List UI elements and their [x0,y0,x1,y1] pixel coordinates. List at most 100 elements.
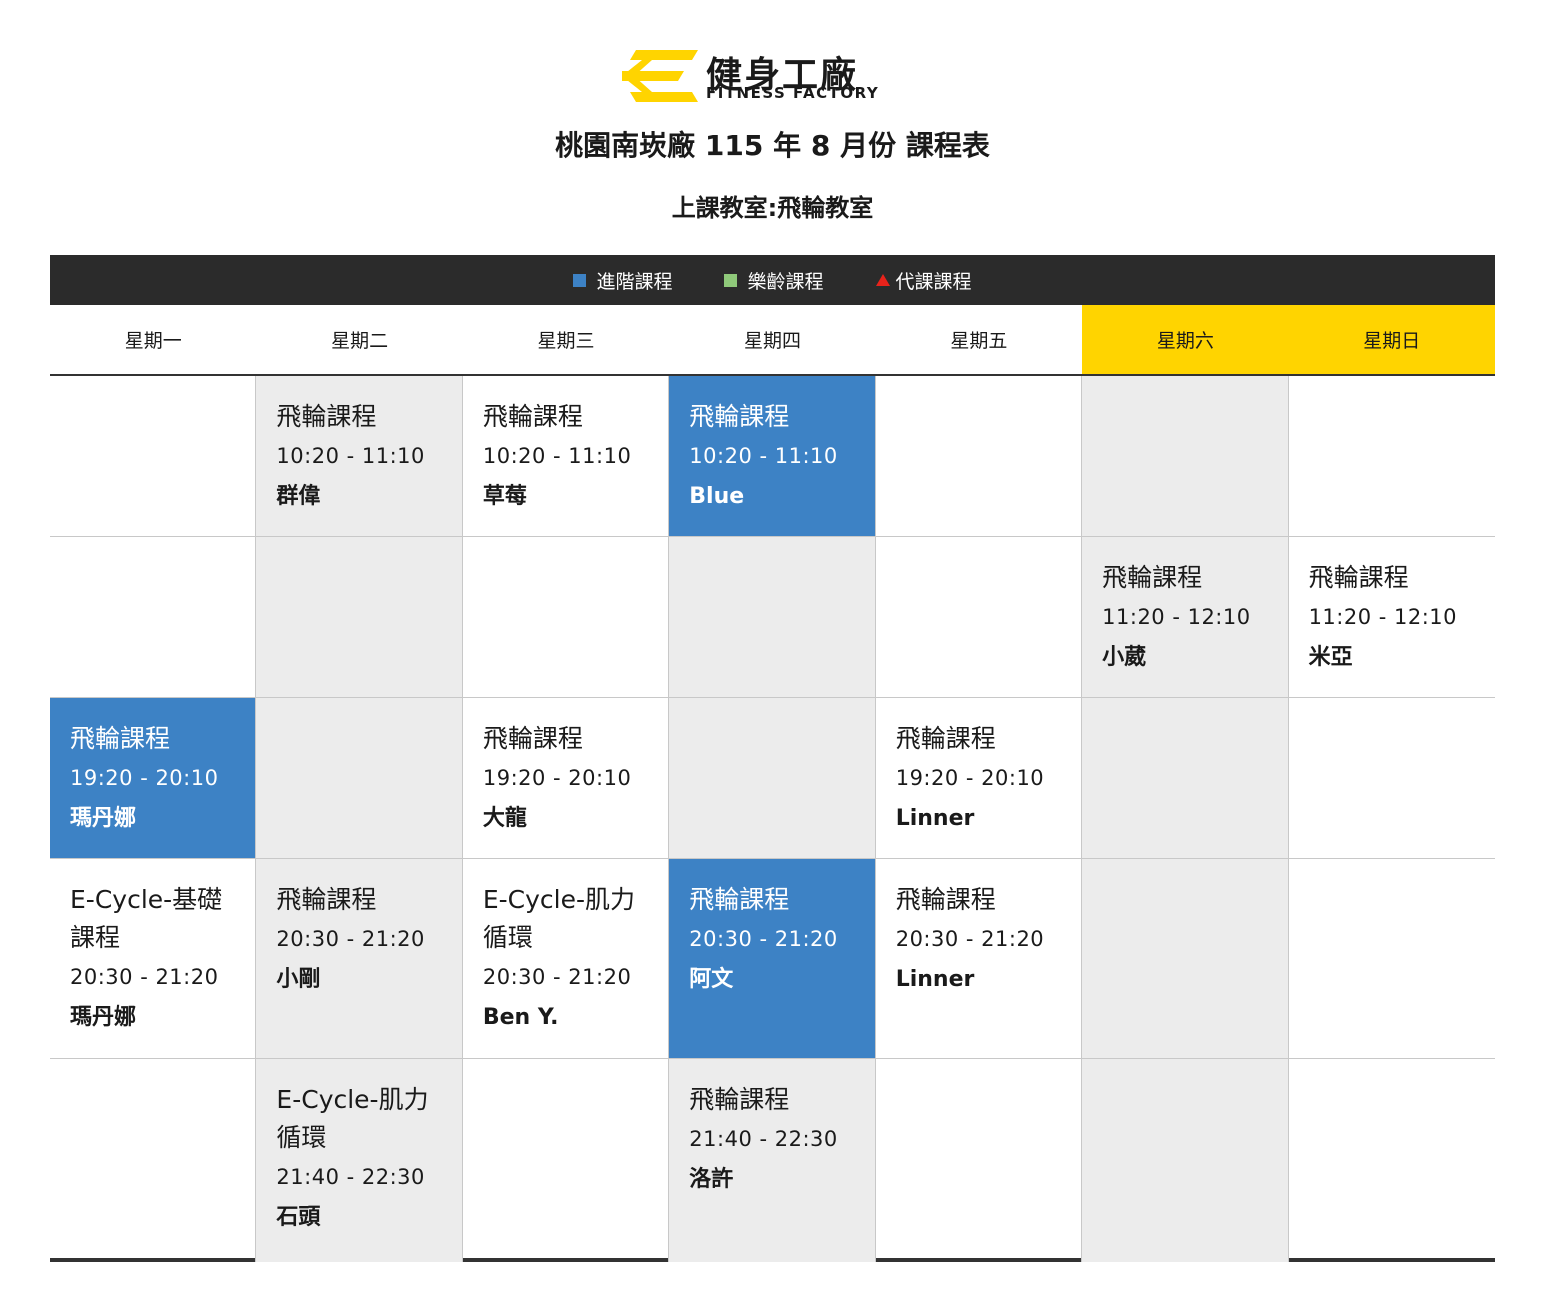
class-slot-friday: 飛輪課程 20:30 - 21:20 Linner [875,859,1083,1059]
class-time: 20:30 - 21:20 [70,965,219,989]
class-name: 飛輪課程 [276,402,377,431]
schedule-cell-saturday [1082,859,1289,1059]
class-name: 飛輪課程 [689,885,790,914]
red-triangle-icon [875,274,890,286]
class-name: E-Cycle-基礎課程 [70,885,223,952]
class-name: 飛輪課程 [689,402,790,431]
class-time: 19:20 - 20:10 [482,766,632,790]
schedule-cell-saturday [1082,698,1289,859]
schedule-cell-thursday [669,537,876,698]
legend-label: 代課課程 [895,270,972,293]
class-slot-friday: 飛輪課程 19:20 - 20:10 Linner [875,698,1083,859]
class-name: 飛輪課程 [689,1085,790,1114]
class-teacher: 石頭 [276,1205,321,1230]
schedule-cell-saturday [1082,1059,1289,1262]
class-time: 19:20 - 20:10 [895,766,1045,790]
legend-label: 進階課程 [596,270,673,293]
class-time: 20:30 - 21:20 [689,927,838,951]
class-slot-thursday: 飛輪課程 20:30 - 21:20 阿文 [669,859,876,1059]
schedule-cell-friday [875,376,1083,537]
class-slot-sunday: 飛輪課程 11:20 - 12:10 米亞 [1288,537,1495,698]
schedule-cell-thursday [669,698,876,859]
schedule-cell-saturday [1082,376,1289,537]
class-teacher: 小葳 [1102,645,1147,670]
schedule-cell-monday [50,376,257,537]
schedule-cell-sunday [1289,1059,1495,1262]
class-slot-monday: 飛輪課程 19:20 - 20:10 瑪丹娜 [50,698,257,859]
schedule-cell-tuesday [256,537,463,698]
class-name: 飛輪課程 [482,402,583,431]
schedule-cell-wednesday [462,537,670,698]
class-name: 飛輪課程 [482,724,583,753]
schedule-cell-friday [875,537,1083,698]
legend-item-senior: 樂齡課程 [724,267,824,294]
class-name: E-Cycle-肌力循環 [482,885,636,952]
class-teacher: 大龍 [482,806,527,831]
schedule-cell-tuesday [256,698,463,859]
schedule-cell-monday [50,1059,257,1262]
class-teacher: 米亞 [1308,645,1353,670]
class-teacher: Linner [895,806,975,831]
page-subtitle: 上課教室:飛輪教室 [671,194,874,222]
class-name: 飛輪課程 [895,724,996,753]
class-name: 飛輪課程 [1102,563,1203,592]
day-header-saturday: 星期六 [1082,305,1289,374]
class-time: 20:30 - 21:20 [895,927,1045,951]
class-time: 11:20 - 12:10 [1308,605,1458,629]
class-name: 飛輪課程 [276,885,377,914]
class-name: 飛輪課程 [70,724,171,753]
class-teacher: Blue [689,484,745,509]
class-time: 11:20 - 12:10 [1102,605,1251,629]
class-slot-tuesday: 飛輪課程 20:30 - 21:20 小剛 [256,859,463,1059]
class-time: 10:20 - 11:10 [276,444,425,468]
class-slot-monday: E-Cycle-基礎課程 20:30 - 21:20 瑪丹娜 [50,859,257,1059]
day-header-friday: 星期五 [950,330,1008,352]
class-time: 21:40 - 22:30 [276,1165,425,1189]
class-teacher: 瑪丹娜 [70,806,137,831]
fitness-factory-logo-mark-icon [622,50,698,102]
class-name: E-Cycle-肌力循環 [276,1085,429,1152]
class-slot-saturday: 飛輪課程 11:20 - 12:10 小葳 [1082,537,1289,698]
class-slot-thursday: 飛輪課程 21:40 - 22:30 洛許 [669,1059,876,1262]
class-time: 20:30 - 21:20 [482,965,632,989]
class-teacher: 洛許 [689,1167,734,1192]
class-teacher: 小剛 [276,967,321,992]
schedule-cell-monday [50,537,257,698]
day-header-row: 星期一 星期二 星期三 星期四 星期五 星期六 星期日 [50,305,1495,376]
legend-label: 樂齡課程 [747,270,824,293]
page-title: 桃園南崁廠 115 年 8 月份 課程表 [555,129,990,162]
class-slot-tuesday: 飛輪課程 10:20 - 11:10 群偉 [256,376,463,537]
class-slot-wednesday: 飛輪課程 10:20 - 11:10 草莓 [462,376,670,537]
day-header-monday: 星期一 [124,330,182,352]
class-time: 10:20 - 11:10 [689,444,838,468]
schedule-cell-sunday [1288,376,1495,537]
class-teacher: 草莓 [482,484,527,509]
class-teacher: Ben Y. [482,1005,559,1030]
legend-item-advanced: 進階課程 [573,267,672,294]
class-teacher: 阿文 [689,967,734,992]
class-time: 10:20 - 11:10 [482,444,632,468]
schedule-cell-friday [876,1059,1083,1262]
schedule-grid: 飛輪課程 10:20 - 11:10 群偉 飛輪課程 10:20 - 11:10 草莓 飛輪… [50,376,1495,1262]
legend-item-substitute: 代課課程 [875,267,972,294]
schedule-cell-wednesday [463,1059,670,1262]
class-teacher: 群偉 [276,484,321,509]
class-time: 21:40 - 22:30 [689,1127,838,1151]
schedule-cell-sunday [1288,698,1495,859]
legend-bar: 進階課程 樂齡課程 代課課程 [50,255,1495,305]
day-header-sunday: 星期日 [1288,305,1495,374]
schedule-cell-sunday [1288,859,1495,1059]
brand-name-en: FITNESS FACTORY [706,84,880,102]
class-name: 飛輪課程 [1308,563,1409,592]
class-teacher: 瑪丹娜 [70,1005,137,1030]
blue-square-icon [573,273,587,287]
class-name: 飛輪課程 [895,885,996,914]
class-slot-wednesday: 飛輪課程 19:20 - 20:10 大龍 [462,698,670,859]
day-header-wednesday: 星期三 [537,330,595,352]
day-header-thursday: 星期四 [743,330,801,352]
class-slot-wednesday: E-Cycle-肌力循環 20:30 - 21:20 Ben Y. [462,859,670,1059]
fitness-factory-logo: 健身工廠 FITNESS FACTORY [622,48,924,104]
class-teacher: Linner [895,967,975,992]
day-header-tuesday: 星期二 [331,330,389,352]
class-slot-tuesday: E-Cycle-肌力循環 21:40 - 22:30 石頭 [256,1059,463,1262]
